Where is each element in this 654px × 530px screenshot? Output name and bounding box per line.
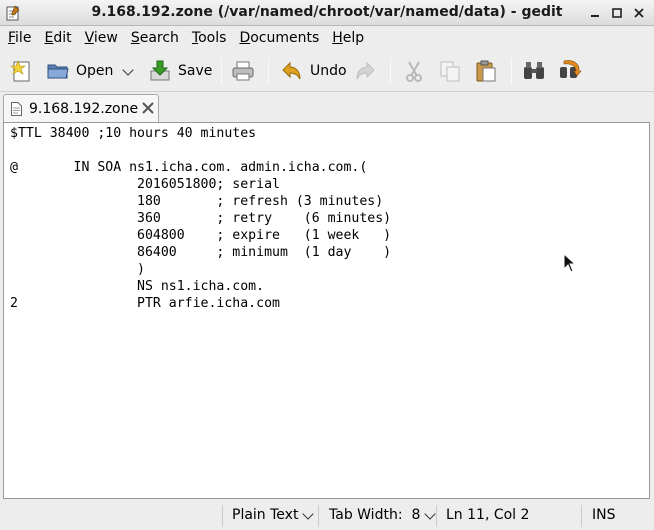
editor-line: NS ns1.icha.com. bbox=[10, 279, 265, 294]
window-title: 9.168.192.zone (/var/named/chroot/var/na… bbox=[91, 4, 563, 20]
undo-button[interactable]: Undo bbox=[280, 55, 347, 87]
menu-search[interactable]: Search bbox=[126, 30, 184, 46]
open-recent-dropdown[interactable] bbox=[118, 55, 134, 87]
editor-line: 360 ; retry (6 minutes) bbox=[10, 211, 392, 226]
close-window-button[interactable] bbox=[630, 4, 648, 22]
title-bar: 9.168.192.zone (/var/named/chroot/var/na… bbox=[0, 0, 654, 26]
toolbar-separator bbox=[221, 58, 222, 84]
copy-icon bbox=[440, 61, 460, 82]
undo-label: Undo bbox=[310, 63, 347, 79]
save-icon bbox=[150, 60, 170, 81]
paste-icon bbox=[476, 60, 496, 82]
editor-line: @ IN SOA ns1.icha.com. admin.icha.com.( bbox=[10, 160, 368, 175]
status-bar: Plain Text Tab Width: 8 Ln 11, Col 2 INS bbox=[0, 501, 654, 530]
save-label: Save bbox=[178, 63, 213, 79]
tab-width-selector[interactable]: Tab Width: 8 bbox=[329, 507, 437, 523]
document-tabs: 9.168.192.zone bbox=[0, 93, 654, 122]
find-replace-button[interactable] bbox=[558, 55, 582, 87]
tab-label: 9.168.192.zone bbox=[29, 101, 139, 117]
editor-line: 604800 ; expire (1 week ) bbox=[10, 228, 392, 243]
undo-icon bbox=[282, 61, 301, 80]
editor-line: 2 PTR arfie.icha.com bbox=[10, 296, 280, 311]
find-replace-icon bbox=[560, 60, 582, 78]
tab-width-label: Tab Width: 8 bbox=[329, 507, 421, 523]
text-editor[interactable]: $TTL 38400 ;10 hours 40 minutes @ IN SOA… bbox=[3, 122, 650, 499]
close-icon bbox=[634, 8, 644, 18]
new-document-button[interactable] bbox=[10, 55, 34, 87]
toolbar: Open Save Undo bbox=[0, 50, 654, 92]
printer-icon bbox=[232, 61, 254, 81]
menu-file[interactable]: File bbox=[3, 30, 36, 46]
binoculars-icon bbox=[524, 62, 544, 79]
new-document-icon bbox=[10, 60, 30, 82]
redo-button[interactable] bbox=[353, 55, 377, 87]
mouse-pointer-icon bbox=[563, 253, 577, 273]
minimize-icon bbox=[591, 15, 599, 17]
editor-line: 86400 ; minimum (1 day ) bbox=[10, 245, 392, 260]
scissors-icon bbox=[406, 61, 422, 82]
chevron-down-icon bbox=[122, 63, 134, 76]
paste-button[interactable] bbox=[474, 55, 498, 87]
insert-mode: INS bbox=[592, 507, 616, 523]
maximize-icon bbox=[612, 8, 622, 18]
chevron-down-icon bbox=[302, 507, 315, 520]
cursor-position-label: Ln 11, Col 2 bbox=[446, 507, 530, 523]
language-selector[interactable]: Plain Text bbox=[232, 507, 315, 523]
print-button[interactable] bbox=[231, 55, 255, 87]
open-button[interactable]: Open bbox=[46, 55, 113, 87]
maximize-button[interactable] bbox=[608, 4, 626, 22]
cursor-position: Ln 11, Col 2 bbox=[446, 507, 529, 523]
status-separator bbox=[318, 505, 319, 527]
menu-documents[interactable]: Documents bbox=[234, 30, 324, 46]
editor-content[interactable]: $TTL 38400 ;10 hours 40 minutes @ IN SOA… bbox=[10, 125, 391, 312]
open-label: Open bbox=[76, 63, 114, 79]
text-document-icon bbox=[11, 102, 22, 116]
insert-mode-label: INS bbox=[592, 507, 616, 523]
menu-tools[interactable]: Tools bbox=[187, 30, 232, 46]
status-separator bbox=[222, 505, 223, 527]
editor-line: 180 ; refresh (3 minutes) bbox=[10, 194, 384, 209]
cut-button[interactable] bbox=[402, 55, 426, 87]
editor-line: 2016051800; serial bbox=[10, 177, 280, 192]
language-label: Plain Text bbox=[232, 507, 299, 523]
menu-bar: File Edit View Search Tools Documents He… bbox=[0, 27, 654, 49]
toolbar-separator bbox=[268, 58, 269, 84]
toolbar-separator bbox=[390, 58, 391, 84]
menu-help[interactable]: Help bbox=[327, 30, 369, 46]
redo-icon bbox=[356, 61, 375, 80]
status-separator bbox=[581, 505, 582, 527]
editor-line: $TTL 38400 ;10 hours 40 minutes bbox=[10, 126, 257, 141]
menu-view[interactable]: View bbox=[80, 30, 123, 46]
chevron-down-icon bbox=[424, 507, 437, 520]
save-button[interactable]: Save bbox=[148, 55, 212, 87]
toolbar-separator bbox=[511, 58, 512, 84]
minimize-button[interactable] bbox=[586, 4, 604, 22]
tab-document[interactable]: 9.168.192.zone bbox=[3, 94, 159, 122]
close-tab-icon[interactable] bbox=[140, 100, 156, 116]
status-separator bbox=[436, 505, 437, 527]
menu-edit[interactable]: Edit bbox=[39, 30, 76, 46]
folder-open-icon bbox=[47, 64, 69, 79]
editor-line: ) bbox=[10, 262, 145, 277]
find-button[interactable] bbox=[522, 55, 546, 87]
copy-button[interactable] bbox=[438, 55, 462, 87]
